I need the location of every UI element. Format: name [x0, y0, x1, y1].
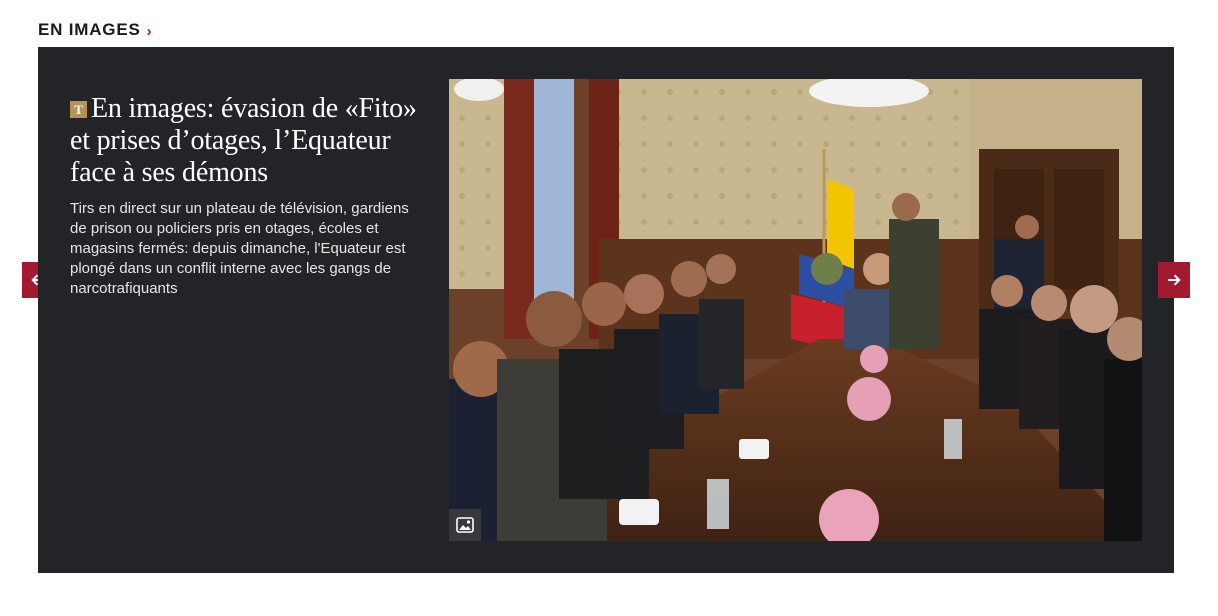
carousel-next-button[interactable]: [1158, 262, 1190, 298]
chevron-right-icon: ›: [146, 22, 152, 40]
image-icon: [456, 517, 474, 533]
photo-illustration: [449, 79, 1142, 541]
slide-headline[interactable]: T En images: évasion de «Fito» et prises …: [70, 93, 420, 189]
section-header-link[interactable]: EN IMAGES ›: [38, 20, 152, 40]
carousel: T En images: évasion de «Fito» et prises …: [38, 47, 1174, 573]
slide-photo[interactable]: [449, 79, 1142, 541]
arrow-right-icon: [1168, 274, 1181, 286]
premium-badge: T: [70, 101, 87, 118]
slide-text: T En images: évasion de «Fito» et prises …: [70, 93, 420, 299]
section-title: EN IMAGES: [38, 20, 141, 39]
slide-summary: Tirs en direct sur un plateau de télévis…: [70, 200, 409, 297]
headline-text[interactable]: En images: évasion de «Fito» et prises d…: [70, 93, 417, 188]
image-gallery-icon[interactable]: [449, 509, 481, 541]
